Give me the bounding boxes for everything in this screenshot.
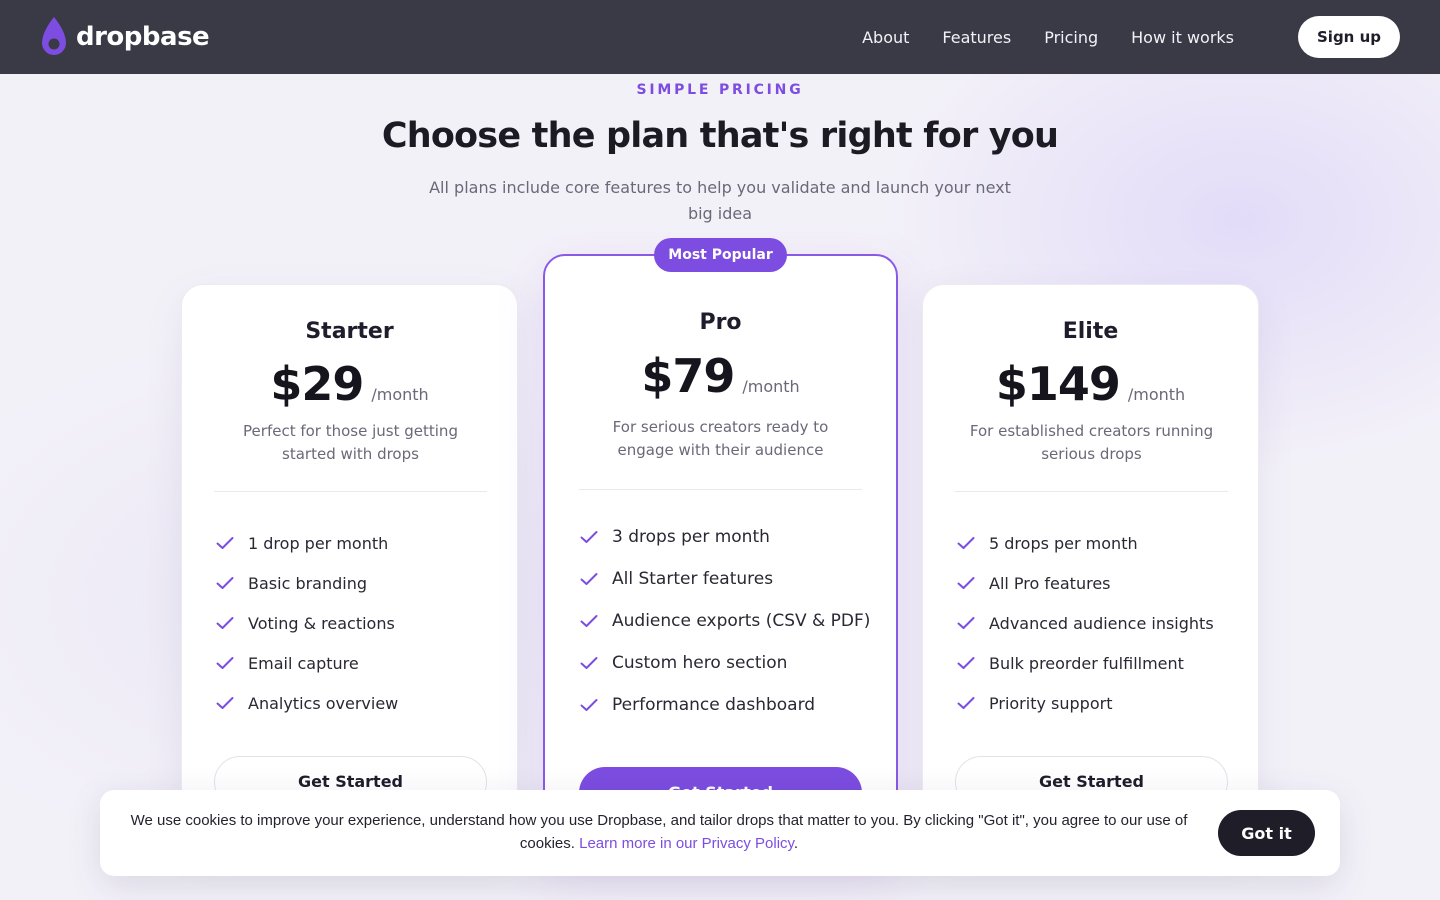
feature-label: Priority support	[989, 693, 1113, 713]
check-icon	[957, 697, 975, 709]
nav-link-pricing[interactable]: Pricing	[1044, 28, 1098, 47]
droplet-logo-icon	[42, 17, 66, 55]
feature-label: Analytics overview	[248, 693, 399, 713]
feature-item: Voting & reactions	[216, 603, 398, 643]
plan-period: /month	[1127, 385, 1186, 404]
logo-wordmark: dropbase	[76, 22, 210, 52]
site-header: dropbase About Features Pricing How it w…	[0, 0, 1440, 74]
plan-card-pro: Pro $79 /month For serious creators read…	[543, 254, 898, 854]
feature-item: All Pro features	[957, 563, 1214, 603]
plan-card-elite: Elite $149 /month For established creato…	[922, 284, 1259, 844]
feature-label: All Pro features	[989, 573, 1111, 593]
feature-item: Audience exports (CSV & PDF)	[580, 600, 870, 642]
plan-price: $29	[270, 357, 364, 411]
plan-name: Starter	[305, 319, 394, 344]
feature-label: Voting & reactions	[248, 613, 395, 633]
divider	[579, 489, 862, 490]
plan-price: $79	[641, 349, 735, 403]
price-row: $149 /month	[923, 357, 1258, 411]
plan-period: /month	[742, 377, 800, 396]
plan-name: Pro	[699, 310, 742, 335]
feature-item: Bulk preorder fulfillment	[957, 643, 1214, 683]
cookie-message: We use cookies to improve your experienc…	[124, 809, 1194, 855]
main-nav: About Features Pricing How it works	[862, 28, 1234, 47]
feature-item: Basic branding	[216, 563, 398, 603]
feature-list: 3 drops per month All Starter features A…	[580, 516, 870, 726]
feature-label: 1 drop per month	[248, 533, 389, 553]
check-icon	[957, 577, 975, 589]
feature-label: Advanced audience insights	[989, 613, 1214, 633]
page-title: Choose the plan that's right for you	[381, 116, 1059, 156]
check-icon	[216, 577, 234, 589]
plan-name: Elite	[1062, 319, 1119, 344]
plan-card-starter: Starter $29 /month Perfect for those jus…	[181, 284, 518, 844]
got-it-button[interactable]: Got it	[1218, 810, 1315, 856]
divider	[214, 491, 487, 492]
feature-item: 3 drops per month	[580, 516, 870, 558]
price-row: $79 /month	[545, 349, 896, 403]
plan-description: Perfect for those just getting started w…	[243, 422, 458, 463]
feature-item: Advanced audience insights	[957, 603, 1214, 643]
check-icon	[216, 537, 234, 549]
check-icon	[580, 573, 598, 585]
cookie-text-end: .	[793, 835, 799, 852]
check-icon	[957, 617, 975, 629]
cookie-banner: We use cookies to improve your experienc…	[100, 790, 1340, 876]
feature-label: Email capture	[248, 653, 359, 673]
check-icon	[580, 699, 598, 711]
check-icon	[216, 697, 234, 709]
feature-item: Email capture	[216, 643, 398, 683]
privacy-policy-link[interactable]: Learn more in our Privacy Policy	[579, 835, 794, 852]
check-icon	[580, 615, 598, 627]
feature-label: Performance dashboard	[612, 695, 816, 715]
check-icon	[580, 657, 598, 669]
feature-item: 5 drops per month	[957, 523, 1214, 563]
feature-label: 5 drops per month	[989, 533, 1138, 553]
divider	[955, 491, 1228, 492]
pricing-eyebrow: SIMPLE PRICING	[636, 82, 804, 98]
check-icon	[216, 617, 234, 629]
feature-item: 1 drop per month	[216, 523, 398, 563]
nav-link-about[interactable]: About	[862, 28, 909, 47]
feature-label: All Starter features	[612, 569, 774, 589]
check-icon	[957, 657, 975, 669]
nav-link-features[interactable]: Features	[942, 28, 1011, 47]
check-icon	[957, 537, 975, 549]
check-icon	[580, 531, 598, 543]
plan-description: For serious creators ready to engage wit…	[612, 418, 829, 459]
plan-price: $149	[995, 357, 1121, 411]
feature-label: Bulk preorder fulfillment	[989, 653, 1184, 673]
logo[interactable]: dropbase	[40, 17, 210, 57]
feature-item: Analytics overview	[216, 683, 398, 723]
nav-link-how-it-works[interactable]: How it works	[1131, 28, 1234, 47]
feature-label: Custom hero section	[612, 653, 788, 673]
page-subtitle: All plans include core features to help …	[429, 178, 1011, 223]
feature-label: 3 drops per month	[612, 527, 770, 547]
signup-button[interactable]: Sign up	[1298, 16, 1400, 58]
feature-label: Audience exports (CSV & PDF)	[612, 611, 871, 631]
feature-item: Custom hero section	[580, 642, 870, 684]
feature-item: Priority support	[957, 683, 1214, 723]
feature-list: 5 drops per month All Pro features Advan…	[957, 523, 1214, 723]
plan-description: For established creators running serious…	[969, 422, 1214, 463]
feature-list: 1 drop per month Basic branding Voting &…	[216, 523, 398, 723]
feature-label: Basic branding	[248, 573, 368, 593]
price-row: $29 /month	[182, 357, 517, 411]
feature-item: All Starter features	[580, 558, 870, 600]
feature-item: Performance dashboard	[580, 684, 870, 726]
most-popular-badge: Most Popular	[654, 238, 787, 272]
check-icon	[216, 657, 234, 669]
plan-period: /month	[371, 385, 429, 404]
